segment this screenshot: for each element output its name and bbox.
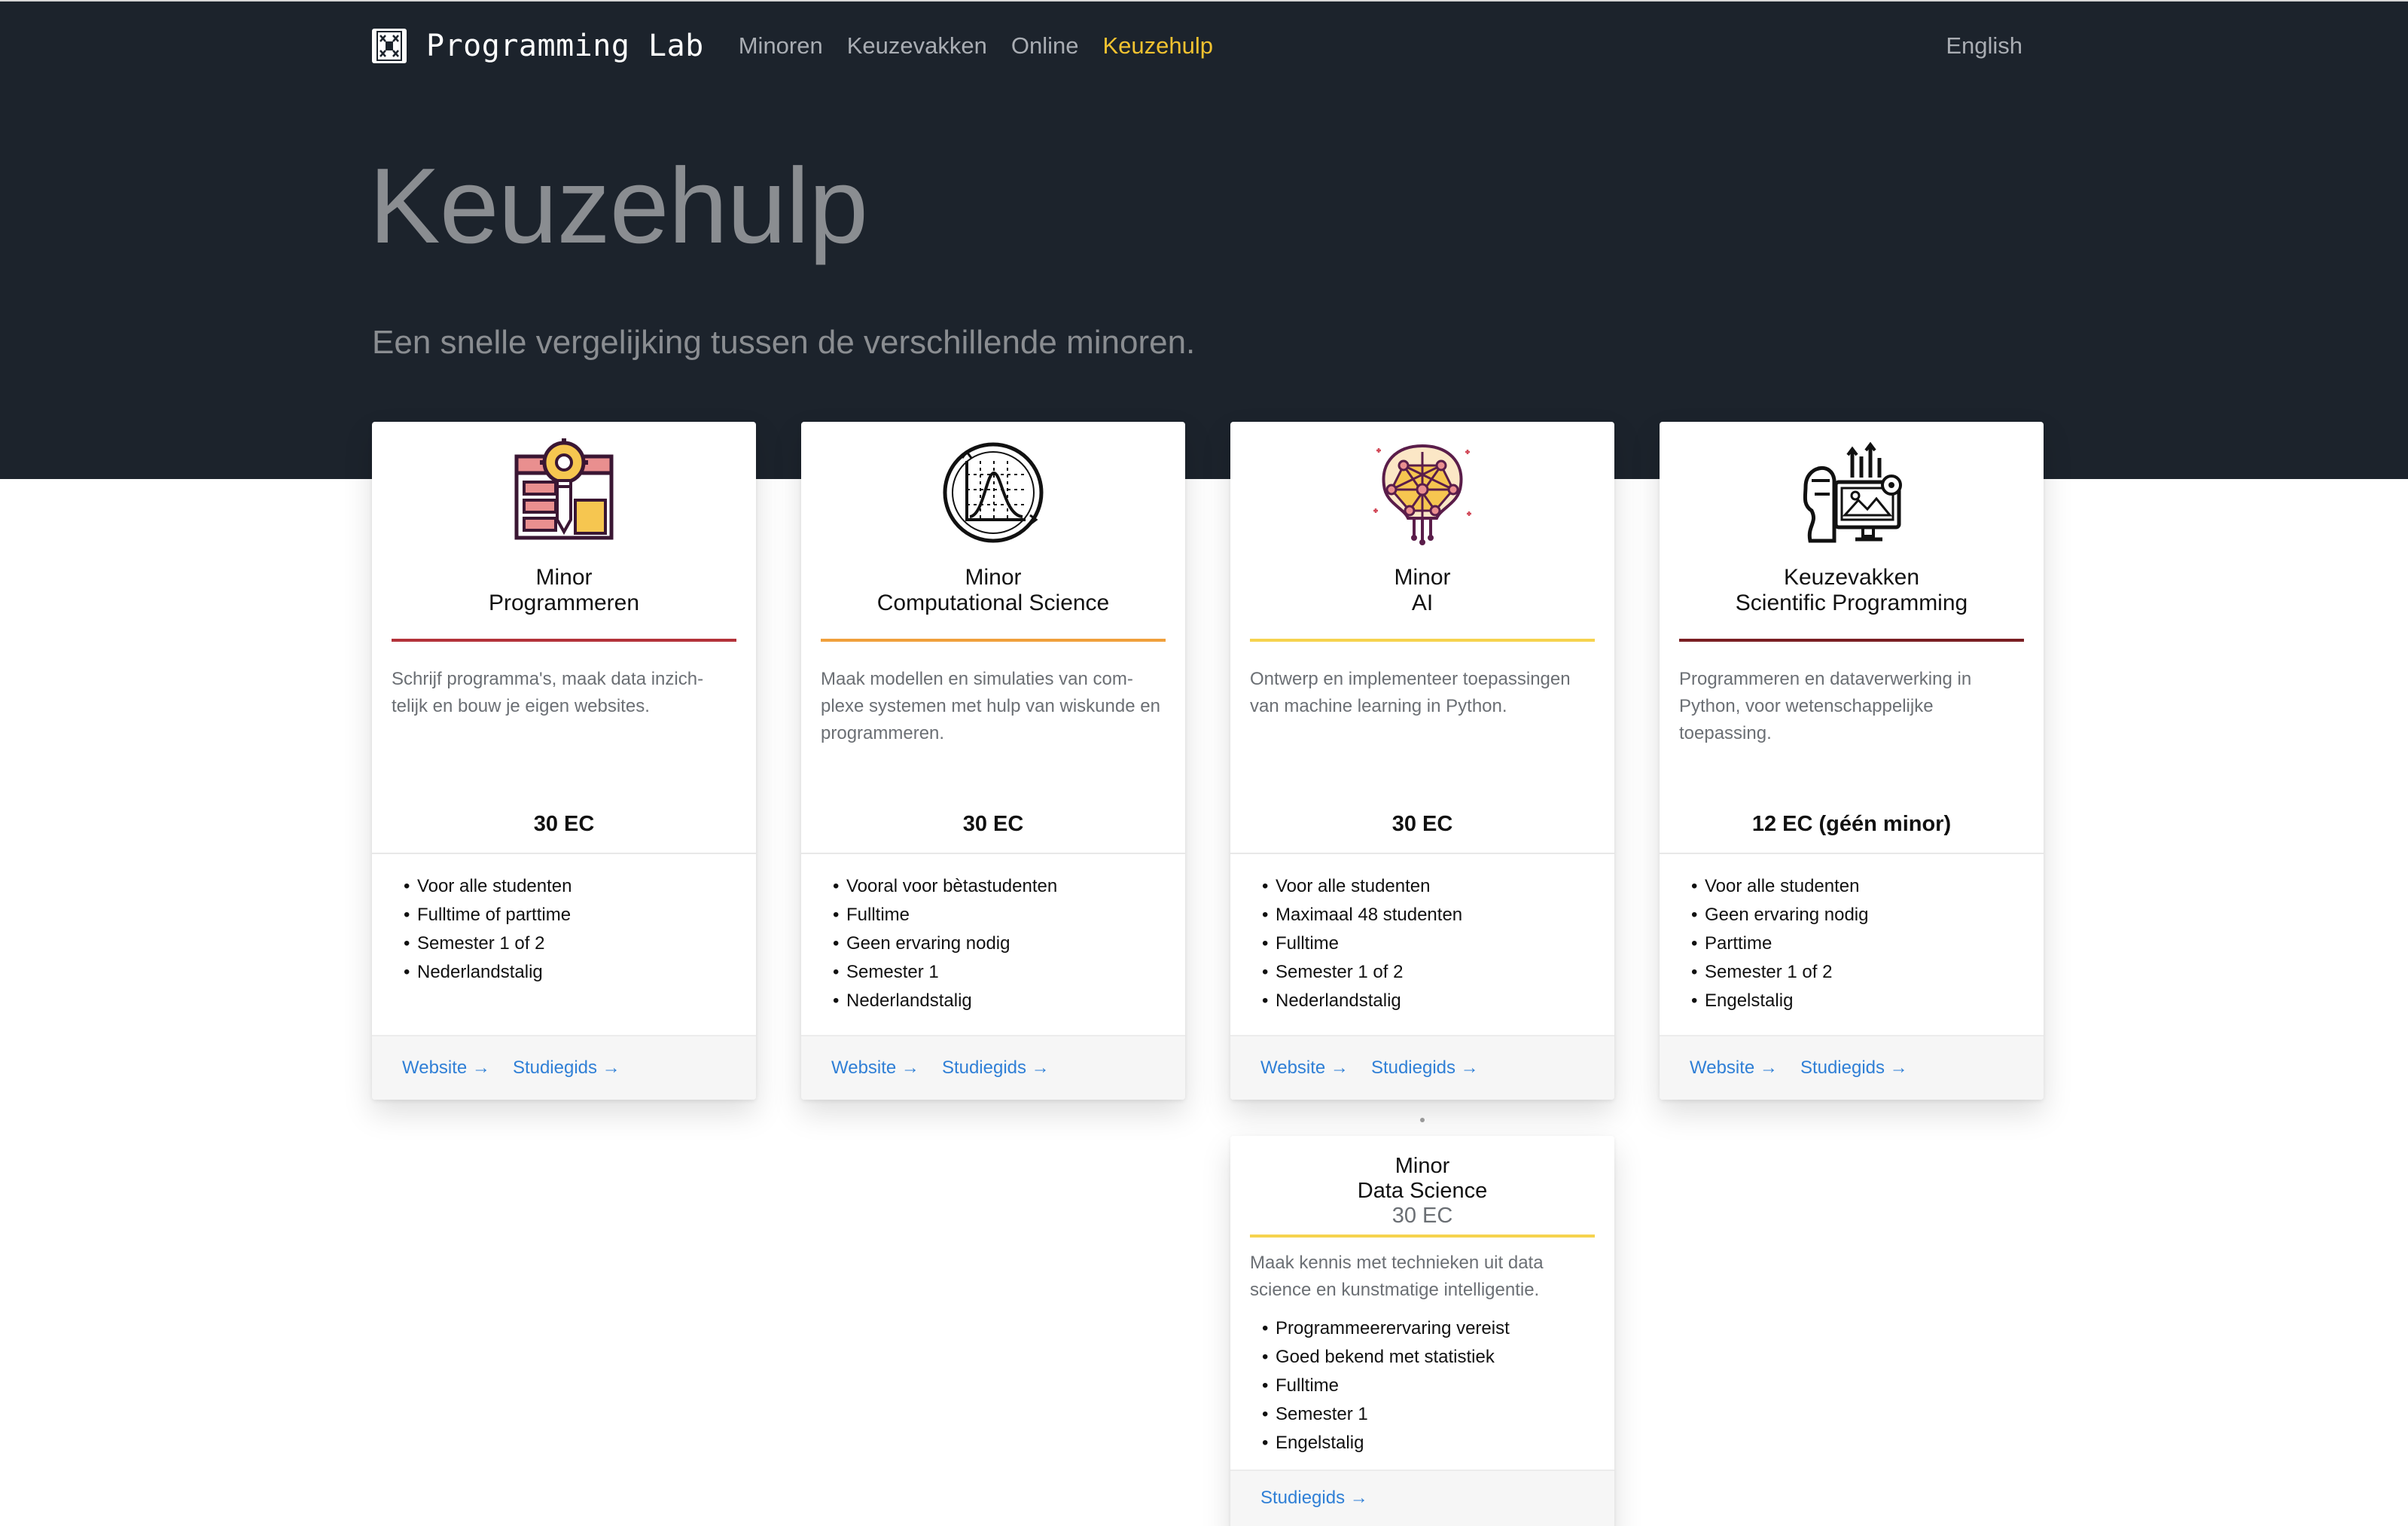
nav-link-keuzevakken[interactable]: Keuzevakken xyxy=(847,32,987,60)
card-type: Minor xyxy=(1395,1154,1450,1178)
language-switch[interactable]: English xyxy=(1946,32,2036,60)
uva-logo-icon xyxy=(372,29,407,63)
list-item: Semester 1 xyxy=(833,958,1185,987)
list-item: Vooral voor bètastudenten xyxy=(833,872,1185,901)
studiegids-link[interactable]: Studiegids → xyxy=(942,1058,1050,1079)
list-item: Semester 1 xyxy=(1262,1400,1614,1429)
card-accent-rule xyxy=(392,639,736,642)
page-subtitle: Een snelle vergelijking tussen de versch… xyxy=(372,324,1196,361)
card-title: Scientific Programming xyxy=(1735,591,1968,615)
studiegids-link[interactable]: Studiegids → xyxy=(1800,1058,1908,1079)
card-title: AI xyxy=(1411,591,1434,615)
card-feature-list: Voor alle studenten Geen ervaring nodig … xyxy=(1660,853,2044,1029)
list-item: Semester 1 of 2 xyxy=(404,929,756,958)
card-description: Maak modellen en simulaties van com-plex… xyxy=(821,669,1160,743)
course-card-data-science: Minor Data Science 30 EC Maak kennis met… xyxy=(1230,1136,1614,1526)
nav-link-keuzehulp[interactable]: Keuzehulp xyxy=(1102,32,1213,60)
card-description: Schrijf programma's, maak data inzich-te… xyxy=(392,669,704,716)
hero-banner: Programming Lab Minoren Keuzevakken Onli… xyxy=(0,0,2408,479)
card-accent-rule xyxy=(1250,639,1595,642)
navbar: Programming Lab Minoren Keuzevakken Onli… xyxy=(372,23,2036,69)
list-item: Fulltime xyxy=(1262,929,1614,958)
nav-link-online[interactable]: Online xyxy=(1011,32,1079,60)
credits-note: (géén minor) xyxy=(1818,812,1952,836)
card-footer: Website → Studiegids → xyxy=(1230,1035,1614,1100)
card-feature-list: Programmeerervaring vereist Goed bekend … xyxy=(1230,1304,1614,1471)
card-title: Computational Science xyxy=(876,591,1110,615)
nav-links: Minoren Keuzevakken Online Keuzehulp xyxy=(739,32,1237,60)
course-card-computational-science: Minor Computational Science Maak modelle… xyxy=(801,422,1185,1100)
list-item: Voor alle studenten xyxy=(404,872,756,901)
brand-link[interactable]: Programming Lab xyxy=(372,29,704,63)
page-title: Keuzehulp xyxy=(369,146,868,266)
list-item: Nederlandstalig xyxy=(404,958,756,987)
card-footer: Website → Studiegids → xyxy=(1660,1035,2044,1100)
list-item: Fulltime xyxy=(1262,1372,1614,1400)
list-item: Engelstalig xyxy=(1691,987,2044,1015)
list-item: Voor alle studenten xyxy=(1262,872,1614,901)
card-feature-list: Voor alle studenten Fulltime of parttime… xyxy=(372,853,756,1000)
studiegids-link[interactable]: Studiegids → xyxy=(1260,1488,1368,1508)
card-description: Ontwerp en implementeer toepassingen van… xyxy=(1250,669,1571,716)
list-item: Nederlandstalig xyxy=(1262,987,1614,1015)
list-item: Semester 1 of 2 xyxy=(1691,958,2044,987)
credits-value: 12 EC xyxy=(1751,812,1813,836)
card-type: Keuzevakken xyxy=(1783,565,1920,590)
card-type: Minor xyxy=(535,565,593,590)
website-link[interactable]: Website → xyxy=(1260,1058,1349,1079)
card-credits: 30 EC xyxy=(1391,812,1453,836)
list-item: Programmeerervaring vereist xyxy=(1262,1314,1614,1343)
card-description: Programmeren en dataverwerking in Python… xyxy=(1679,669,1972,743)
course-card-programmeren: Minor Programmeren Schrijf programma's, … xyxy=(372,422,756,1100)
website-link[interactable]: Website → xyxy=(1690,1058,1778,1079)
studiegids-link[interactable]: Studiegids → xyxy=(513,1058,620,1079)
list-item: Goed bekend met statistiek xyxy=(1262,1343,1614,1372)
list-item: Parttime xyxy=(1691,929,2044,958)
studiegids-link[interactable]: Studiegids → xyxy=(1371,1058,1479,1079)
scientist-analytics-icon xyxy=(1795,435,1908,548)
neural-brain-icon xyxy=(1366,435,1479,548)
card-footer: Website → Studiegids → xyxy=(372,1035,756,1100)
connector-dot xyxy=(1420,1118,1425,1122)
list-item: Fulltime xyxy=(833,901,1185,929)
course-card-scientific-programming: Keuzevakken Scientific Programming Progr… xyxy=(1660,422,2044,1100)
list-item: Nederlandstalig xyxy=(833,987,1185,1015)
list-item: Maximaal 48 studenten xyxy=(1262,901,1614,929)
nav-link-minoren[interactable]: Minoren xyxy=(739,32,823,60)
card-description: Maak kennis met technieken uit data scie… xyxy=(1250,1253,1544,1300)
card-accent-rule xyxy=(1679,639,2024,642)
card-credits: 12 EC (géén minor) xyxy=(1660,812,2044,837)
list-item: Semester 1 of 2 xyxy=(1262,958,1614,987)
course-card-ai: Minor AI Ontwerp en implementeer toepass… xyxy=(1230,422,1614,1100)
card-credits: 30 EC xyxy=(533,812,595,836)
card-footer: Website → Studiegids → xyxy=(801,1035,1185,1100)
card-credits: 30 EC xyxy=(1391,1204,1453,1228)
brand-name: Programming Lab xyxy=(426,29,704,63)
card-type: Minor xyxy=(1394,565,1451,590)
website-link[interactable]: Website → xyxy=(831,1058,919,1079)
card-title: Data Science xyxy=(1357,1179,1488,1203)
coding-tools-icon xyxy=(508,435,620,548)
list-item: Fulltime of parttime xyxy=(404,901,756,929)
card-feature-list: Vooral voor bètastudenten Fulltime Geen … xyxy=(801,853,1185,1029)
card-credits: 30 EC xyxy=(962,812,1024,836)
website-link[interactable]: Website → xyxy=(402,1058,490,1079)
list-item: Geen ervaring nodig xyxy=(833,929,1185,958)
card-accent-rule xyxy=(1250,1235,1595,1238)
card-title: Programmeren xyxy=(488,591,640,615)
list-item: Voor alle studenten xyxy=(1691,872,2044,901)
distribution-graph-icon xyxy=(937,435,1050,548)
card-feature-list: Voor alle studenten Maximaal 48 studente… xyxy=(1230,853,1614,1029)
list-item: Engelstalig xyxy=(1262,1429,1614,1457)
list-item: Geen ervaring nodig xyxy=(1691,901,2044,929)
card-type: Minor xyxy=(965,565,1022,590)
card-accent-rule xyxy=(821,639,1166,642)
card-footer: Studiegids → xyxy=(1230,1471,1614,1526)
